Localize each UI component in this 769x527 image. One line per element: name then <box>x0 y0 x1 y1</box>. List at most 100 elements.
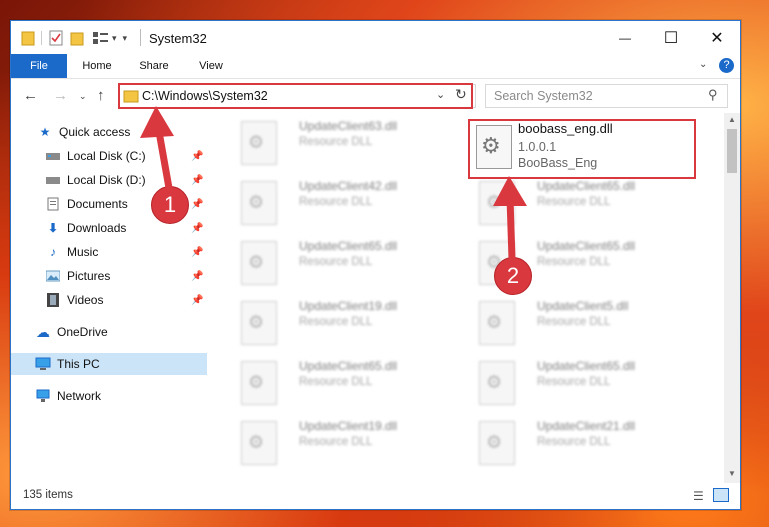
window-title: System32 <box>149 31 207 46</box>
list-item[interactable]: UpdateClient65.dll Resource DLL <box>227 239 457 299</box>
dll-file-icon <box>241 241 277 285</box>
scroll-down-icon[interactable]: ▼ <box>728 469 736 478</box>
pin-icon[interactable]: 📌 <box>191 247 203 258</box>
properties-icon[interactable] <box>48 30 64 46</box>
file-description: Resource DLL <box>537 436 611 448</box>
file-description: Resource DLL <box>299 136 373 148</box>
dll-file-icon <box>241 121 277 165</box>
sidebar-item-local-disk-c[interactable]: Local Disk (C:) 📌 <box>11 145 207 167</box>
status-bar: 135 items ☰ <box>11 483 740 509</box>
file-name: UpdateClient42.dll <box>299 179 398 193</box>
tab-view[interactable]: View <box>191 54 231 78</box>
list-item[interactable]: UpdateClient19.dll Resource DLL <box>227 419 457 479</box>
recent-locations-icon[interactable]: ⌄ <box>79 91 87 102</box>
maximize-button[interactable]: ☐ <box>648 21 694 54</box>
file-name: UpdateClient19.dll <box>299 299 398 313</box>
file-name: UpdateClient19.dll <box>299 419 398 433</box>
sidebar-item-pictures[interactable]: Pictures 📌 <box>11 265 207 287</box>
up-arrow-icon[interactable]: ↑ <box>97 87 105 104</box>
scrollbar-thumb[interactable] <box>727 129 737 173</box>
ribbon-tabs: File Home Share View ⌄ ? <box>11 54 740 79</box>
sidebar-item-label: Network <box>57 389 102 403</box>
new-folder-icon[interactable] <box>70 30 86 46</box>
sidebar-item-quick-access[interactable]: ★ Quick access <box>11 121 207 143</box>
dll-file-icon <box>479 301 515 345</box>
pictures-icon <box>45 269 61 283</box>
pin-icon[interactable]: 📌 <box>191 271 203 282</box>
list-item[interactable]: UpdateClient5.dll Resource DLL <box>465 299 695 359</box>
search-icon[interactable]: ⚲ <box>708 87 718 103</box>
pin-icon[interactable]: 📌 <box>191 151 203 162</box>
navigation-pane: ★ Quick access Local Disk (C:) 📌 Local D… <box>11 113 207 483</box>
file-description: Resource DLL <box>537 256 611 268</box>
forward-arrow-icon[interactable]: → <box>53 87 68 104</box>
file-description: Resource DLL <box>299 316 373 328</box>
file-list: UpdateClient63.dll Resource DLL UpdateCli… <box>207 113 724 483</box>
search-input[interactable]: Search System32 ⚲ <box>485 84 728 108</box>
dll-file-icon <box>479 361 515 405</box>
list-item[interactable]: UpdateClient19.dll Resource DLL <box>227 299 457 359</box>
list-item[interactable]: UpdateClient21.dll Resource DLL <box>465 419 695 479</box>
tab-file[interactable]: File <box>11 54 67 78</box>
minimize-icon: — <box>619 30 631 45</box>
view-icon[interactable] <box>92 31 110 45</box>
pin-icon[interactable]: 📌 <box>191 223 203 234</box>
file-name: UpdateClient65.dll <box>537 179 636 193</box>
file-highlight <box>468 119 696 179</box>
pin-icon[interactable]: 📌 <box>191 295 203 306</box>
large-icons-view-icon[interactable] <box>713 488 729 502</box>
file-name: UpdateClient65.dll <box>299 239 398 253</box>
pin-icon[interactable]: 📌 <box>191 199 203 210</box>
file-name: UpdateClient65.dll <box>537 359 636 373</box>
folder-icon[interactable] <box>21 30 35 46</box>
help-icon[interactable]: ? <box>719 58 734 73</box>
pin-icon[interactable]: 📌 <box>191 175 203 186</box>
vertical-scrollbar[interactable]: ▲ ▼ <box>724 113 740 483</box>
sidebar-item-network[interactable]: Network <box>11 385 207 407</box>
scroll-up-icon[interactable]: ▲ <box>728 115 736 124</box>
file-description: Resource DLL <box>537 316 611 328</box>
customize-dropdown-icon[interactable]: ▾ <box>112 33 117 44</box>
details-view-icon[interactable]: ☰ <box>693 489 704 503</box>
sidebar-item-label: This PC <box>57 357 100 371</box>
sidebar-item-label: Pictures <box>67 269 111 283</box>
file-explorer-window: ▾ ▾ System32 — ☐ ✕ File Home Share View … <box>10 20 741 510</box>
computer-icon <box>35 357 51 371</box>
sidebar-item-videos[interactable]: Videos 📌 <box>11 289 207 311</box>
sidebar-item-this-pc[interactable]: This PC <box>11 353 207 375</box>
step-callout-1: 1 <box>151 186 189 224</box>
documents-icon <box>45 197 61 211</box>
chevron-down-icon[interactable]: ▾ <box>123 33 128 44</box>
cloud-icon: ☁ <box>36 323 50 340</box>
tab-share[interactable]: Share <box>133 54 175 78</box>
file-description: Resource DLL <box>537 376 611 388</box>
back-arrow-icon[interactable]: ← <box>23 87 38 104</box>
expand-ribbon-icon[interactable]: ⌄ <box>699 59 707 70</box>
close-button[interactable]: ✕ <box>694 21 740 54</box>
sidebar-item-music[interactable]: ♪ Music 📌 <box>11 241 207 263</box>
drive-icon <box>45 173 61 187</box>
list-item[interactable]: UpdateClient42.dll Resource DLL <box>227 179 457 239</box>
videos-icon <box>45 293 61 307</box>
sidebar-item-label: OneDrive <box>57 325 108 339</box>
file-name: UpdateClient5.dll <box>537 299 629 313</box>
file-name: UpdateClient65.dll <box>537 239 636 253</box>
list-item[interactable]: UpdateClient65.dll Resource DLL <box>465 179 695 239</box>
download-icon: ⬇ <box>47 221 59 235</box>
dll-file-icon <box>241 301 277 345</box>
address-highlight <box>118 83 473 109</box>
minimize-button[interactable]: — <box>602 21 648 54</box>
list-item[interactable]: UpdateClient65.dll Resource DLL <box>227 359 457 419</box>
sidebar-item-label: Music <box>67 245 99 259</box>
sidebar-item-onedrive[interactable]: ☁ OneDrive <box>11 321 207 343</box>
list-item[interactable]: UpdateClient63.dll Resource DLL <box>227 119 457 179</box>
tab-home[interactable]: Home <box>77 54 117 78</box>
file-name: UpdateClient63.dll <box>299 119 398 133</box>
dll-file-icon <box>241 181 277 225</box>
title-bar: ▾ ▾ System32 — ☐ ✕ <box>11 21 740 54</box>
file-description: Resource DLL <box>299 376 373 388</box>
sidebar-item-label: Local Disk (C:) <box>67 149 146 163</box>
list-item[interactable]: UpdateClient65.dll Resource DLL <box>465 359 695 419</box>
item-count: 135 items <box>23 489 73 501</box>
quick-access-toolbar: ▾ ▾ <box>21 29 127 47</box>
